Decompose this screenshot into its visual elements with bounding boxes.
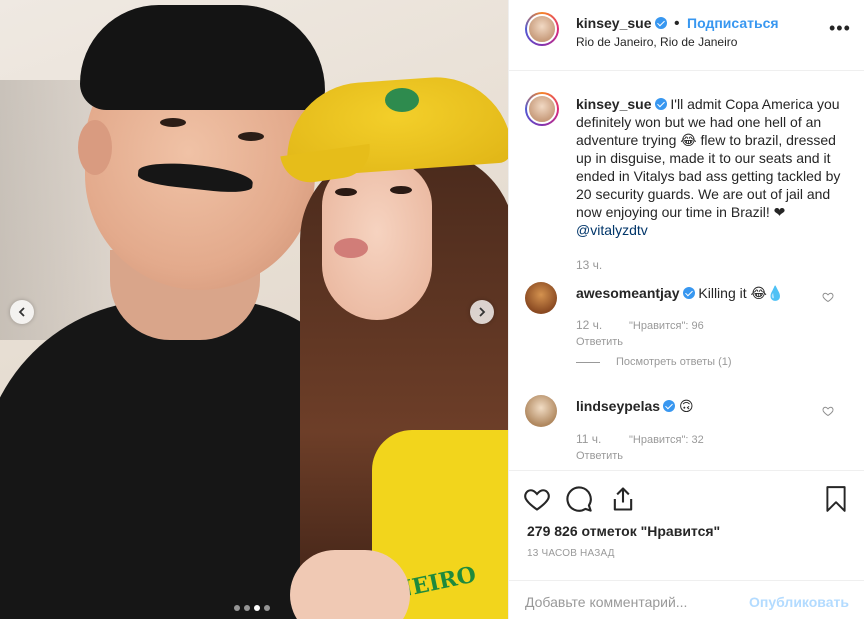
likes-count[interactable]: 279 826 отметок "Нравится" [527, 523, 720, 539]
man-hair [80, 5, 325, 110]
reply-button[interactable]: Ответить [576, 450, 623, 462]
share-icon[interactable] [609, 485, 637, 513]
view-replies-label: Посмотреть ответы (1) [616, 356, 732, 368]
carousel-indicator [234, 605, 270, 611]
posted-time[interactable]: 13 ЧАСОВ НАЗАД [527, 548, 615, 559]
chevron-left-icon [18, 307, 25, 317]
publish-button[interactable]: Опубликовать [749, 594, 849, 610]
verified-icon [654, 98, 667, 110]
verified-icon [663, 400, 676, 412]
hand [290, 550, 410, 619]
cap-logo [385, 88, 419, 112]
comment-username[interactable]: lindseypelas [576, 398, 660, 414]
caption-username[interactable]: kinsey_sue [576, 96, 652, 112]
divider-line [576, 361, 600, 363]
comment-likes[interactable]: "Нравится": 32 [629, 434, 704, 446]
comment-time[interactable]: 12 ч. [576, 318, 602, 332]
comment-item: awesomeantjay Killing it 😂💧 [576, 285, 784, 302]
post-actions: 279 826 отметок "Нравится" 13 ЧАСОВ НАЗА… [509, 470, 864, 581]
post-caption: kinsey_sue I'll admit Copa America you d… [576, 95, 846, 239]
caption-time[interactable]: 13 ч. [576, 258, 602, 272]
woman-right-eye [390, 186, 412, 194]
post-header: kinsey_sue • Подписаться Rio de Janeiro,… [509, 0, 864, 71]
verified-icon [654, 17, 667, 29]
heart-icon[interactable] [523, 485, 551, 513]
like-comment-icon[interactable] [822, 291, 834, 303]
man-left-eye [160, 118, 186, 127]
carousel-prev-button[interactable] [10, 300, 34, 324]
carousel-dot [234, 605, 240, 611]
comment-text: Killing it 😂💧 [698, 285, 785, 301]
post-photo[interactable]: NEIRO [0, 0, 508, 619]
comment-username[interactable]: awesomeantjay [576, 285, 680, 301]
comment-avatar[interactable] [525, 282, 557, 314]
post-side-panel: kinsey_sue • Подписаться Rio de Janeiro,… [508, 0, 864, 619]
carousel-dot [264, 605, 270, 611]
author-avatar[interactable] [525, 12, 559, 46]
comment-avatar[interactable] [525, 395, 557, 427]
add-comment-bar: Опубликовать [509, 580, 864, 620]
verified-icon [682, 287, 695, 299]
caption-avatar[interactable] [525, 92, 559, 126]
carousel-dot [254, 605, 260, 611]
header-username[interactable]: kinsey_sue [576, 15, 652, 31]
comment-likes[interactable]: "Нравится": 96 [629, 320, 704, 332]
man-right-eye [238, 132, 264, 141]
follow-button[interactable]: Подписаться [687, 15, 779, 31]
header-author-line: kinsey_sue • Подписаться [576, 15, 779, 33]
chevron-right-icon [479, 307, 486, 317]
ellipsis-icon[interactable]: ••• [829, 18, 851, 39]
like-comment-icon[interactable] [822, 405, 834, 417]
reply-button[interactable]: Ответить [576, 336, 623, 348]
carousel-next-button[interactable] [470, 300, 494, 324]
separator-dot: • [673, 15, 680, 32]
view-replies-button[interactable]: Посмотреть ответы (1) [576, 356, 732, 368]
comment-input[interactable] [525, 594, 740, 610]
woman-left-eye [335, 188, 357, 196]
bookmark-icon[interactable] [823, 485, 849, 513]
comment-text: 🙃 [678, 398, 694, 414]
comment-icon[interactable] [565, 485, 593, 513]
man-ear [78, 120, 112, 175]
woman-lips [334, 238, 368, 258]
caption-mention[interactable]: @vitalyzdtv [576, 222, 648, 238]
comment-time[interactable]: 11 ч. [576, 432, 601, 446]
caption-text: I'll admit Copa America you definitely w… [576, 96, 841, 220]
location-link[interactable]: Rio de Janeiro, Rio de Janeiro [576, 35, 737, 49]
carousel-dot [244, 605, 250, 611]
comment-item: lindseypelas 🙃 [576, 398, 694, 415]
